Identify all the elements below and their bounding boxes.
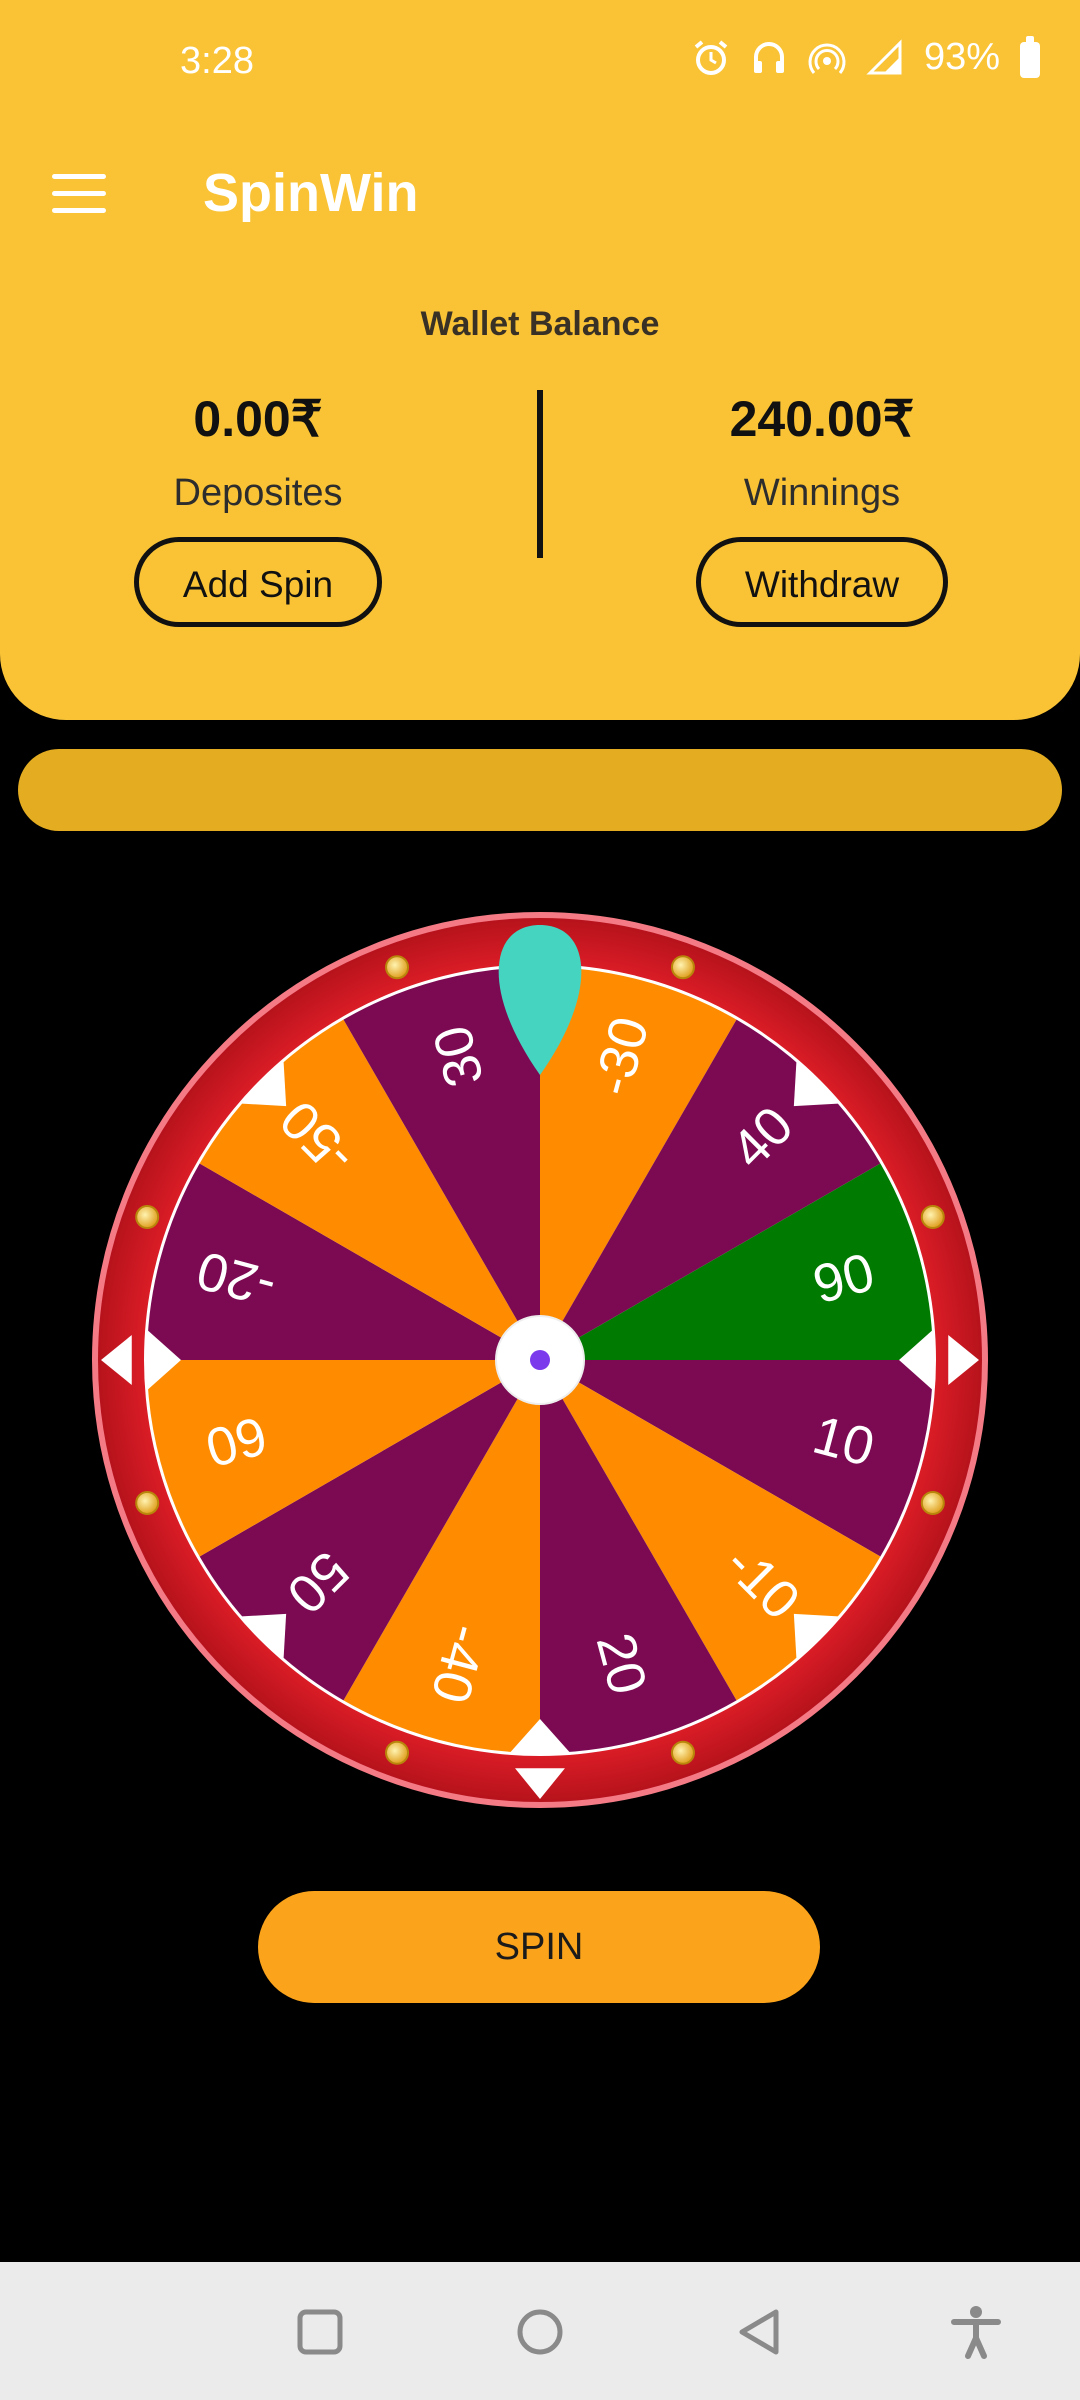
hotspot-icon [808,39,846,77]
info-bar [18,749,1062,831]
signal-icon [866,38,904,77]
accessibility-icon[interactable] [948,2304,1004,2360]
add-spin-button[interactable]: Add Spin [133,537,383,627]
back-icon[interactable] [732,2304,788,2360]
app-bar: SpinWin [0,140,1080,250]
winnings-amount: 240.00₹ [729,391,915,447]
wallet-header-panel: 3:28 93% SpinWin Wallet Balance 0.00₹ De… [0,0,1080,720]
battery-icon [1020,35,1040,78]
battery-percent: 93% [923,36,1000,78]
recent-apps-icon[interactable] [292,2304,348,2360]
rim-bulb [920,1205,945,1230]
wallet-title: Wallet Balance [420,305,660,343]
rim-bulb [385,955,410,980]
wheel-hub-dot [530,1350,550,1370]
winnings-section: 240.00₹ Winnings Withdraw [612,390,1032,627]
headset-icon [750,39,788,77]
rim-bulb [920,1490,945,1515]
withdraw-button[interactable]: Withdraw [695,537,949,627]
spin-wheel[interactable]: -30409010-1020-405060-20-5030 [90,910,990,1810]
rim-bulb [670,1740,695,1765]
status-bar: 3:28 93% [0,30,1080,100]
wallet-divider [537,390,543,558]
deposits-section: 0.00₹ Deposites Add Spin [48,390,468,627]
hamburger-menu-icon[interactable] [52,174,106,213]
alarm-icon [692,39,730,77]
system-nav-bar [0,2262,1080,2400]
home-icon[interactable] [512,2304,568,2360]
app-title: SpinWin [203,163,419,223]
rim-bulb [670,955,695,980]
deposits-label: Deposites [173,472,343,514]
status-icons: 93% [692,35,1040,79]
spin-button[interactable]: SPIN [258,1891,820,2003]
winnings-label: Winnings [743,472,901,514]
status-time: 3:28 [180,40,254,82]
rim-bulb [385,1740,410,1765]
rim-bulb [135,1205,160,1230]
deposits-amount: 0.00₹ [193,391,323,447]
rim-bulb [135,1490,160,1515]
